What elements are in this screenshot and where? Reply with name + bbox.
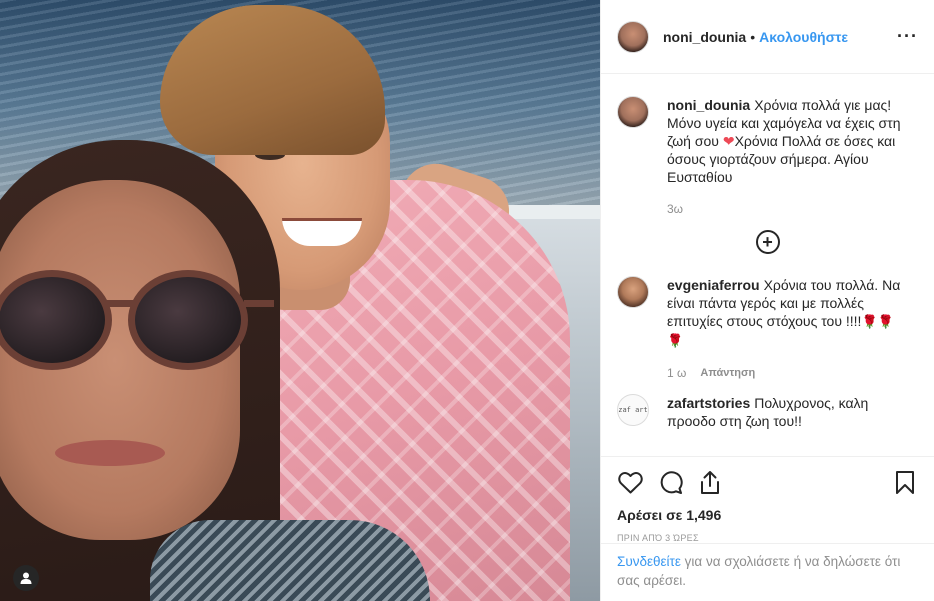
header-username[interactable]: noni_dounia [663,29,746,45]
rose-emoji: 🌹🌹 [861,314,894,329]
caption: noni_dounia Χρόνια πολλά γιε μας! Μόνο υγ… [617,96,918,216]
comment-username[interactable]: evgeniaferrou [667,277,760,293]
post-photo[interactable] [0,0,600,601]
list-item: zaf art zafartstories Πολυχρονος, καλη πρ… [617,394,918,430]
instagram-post: noni_dounia • Ακολουθήστε ··· noni_douni… [0,0,934,601]
avatar[interactable] [617,276,649,308]
comment-icon[interactable] [657,469,683,495]
sunglasses-temple [244,300,274,307]
reply-button[interactable]: Απάντηση [700,367,755,379]
rose-emoji: 🌹 [667,333,684,348]
comment-age[interactable]: 1 ω [667,366,686,380]
share-icon[interactable] [697,469,723,495]
caption-age[interactable]: 3ω [667,202,683,216]
comment-username[interactable]: zafartstories [667,395,750,411]
heart-emoji: ❤ [722,133,735,149]
comment-meta: 1 ω Απάντηση [667,366,918,380]
post-header: noni_dounia • Ακολουθήστε ··· [601,0,934,74]
follow-button[interactable]: Ακολουθήστε [759,29,848,45]
comment-text: evgeniaferrou Χρόνια του πολλά. Να είναι … [667,276,918,350]
caption-meta: 3ω [667,202,918,216]
sunglasses-right-lens [128,270,248,370]
avatar-text: zaf art [618,406,648,414]
list-item: evgeniaferrou Χρόνια του πολλά. Να είναι … [617,276,918,380]
user-tag-icon[interactable] [13,565,39,591]
bookmark-icon[interactable] [892,469,918,495]
caption-username[interactable]: noni_dounia [667,97,750,113]
woman-top [150,520,430,601]
heart-icon[interactable] [617,469,643,495]
sunglasses-bridge [103,300,133,307]
plus-circle-icon[interactable]: + [755,230,780,254]
woman-lips [55,440,165,466]
caption-text: noni_dounia Χρόνια πολλά γιε μας! Μόνο υγ… [667,96,918,186]
post-timestamp[interactable]: ΠΡΙΝ ΑΠΌ 3 ΏΡΕΣ [617,533,918,543]
comments-section[interactable]: noni_dounia Χρόνια πολλά γιε μας! Μόνο υγ… [601,74,934,456]
avatar[interactable]: zaf art [617,394,649,426]
login-prompt: Συνδεθείτε για να σχολιάσετε ή να δηλώσε… [601,543,934,601]
separator-dot: • [750,28,756,45]
more-options-icon[interactable]: ··· [897,26,918,47]
likes-count[interactable]: Αρέσει σε 1,496 [617,507,918,523]
avatar[interactable] [617,20,649,53]
comment-text: zafartstories Πολυχρονος, καλη προοδο στη… [667,394,918,430]
avatar[interactable] [617,96,649,128]
post-side-panel: noni_dounia • Ακολουθήστε ··· noni_douni… [600,0,934,601]
action-icons [617,469,918,495]
login-link[interactable]: Συνδεθείτε [617,554,681,569]
